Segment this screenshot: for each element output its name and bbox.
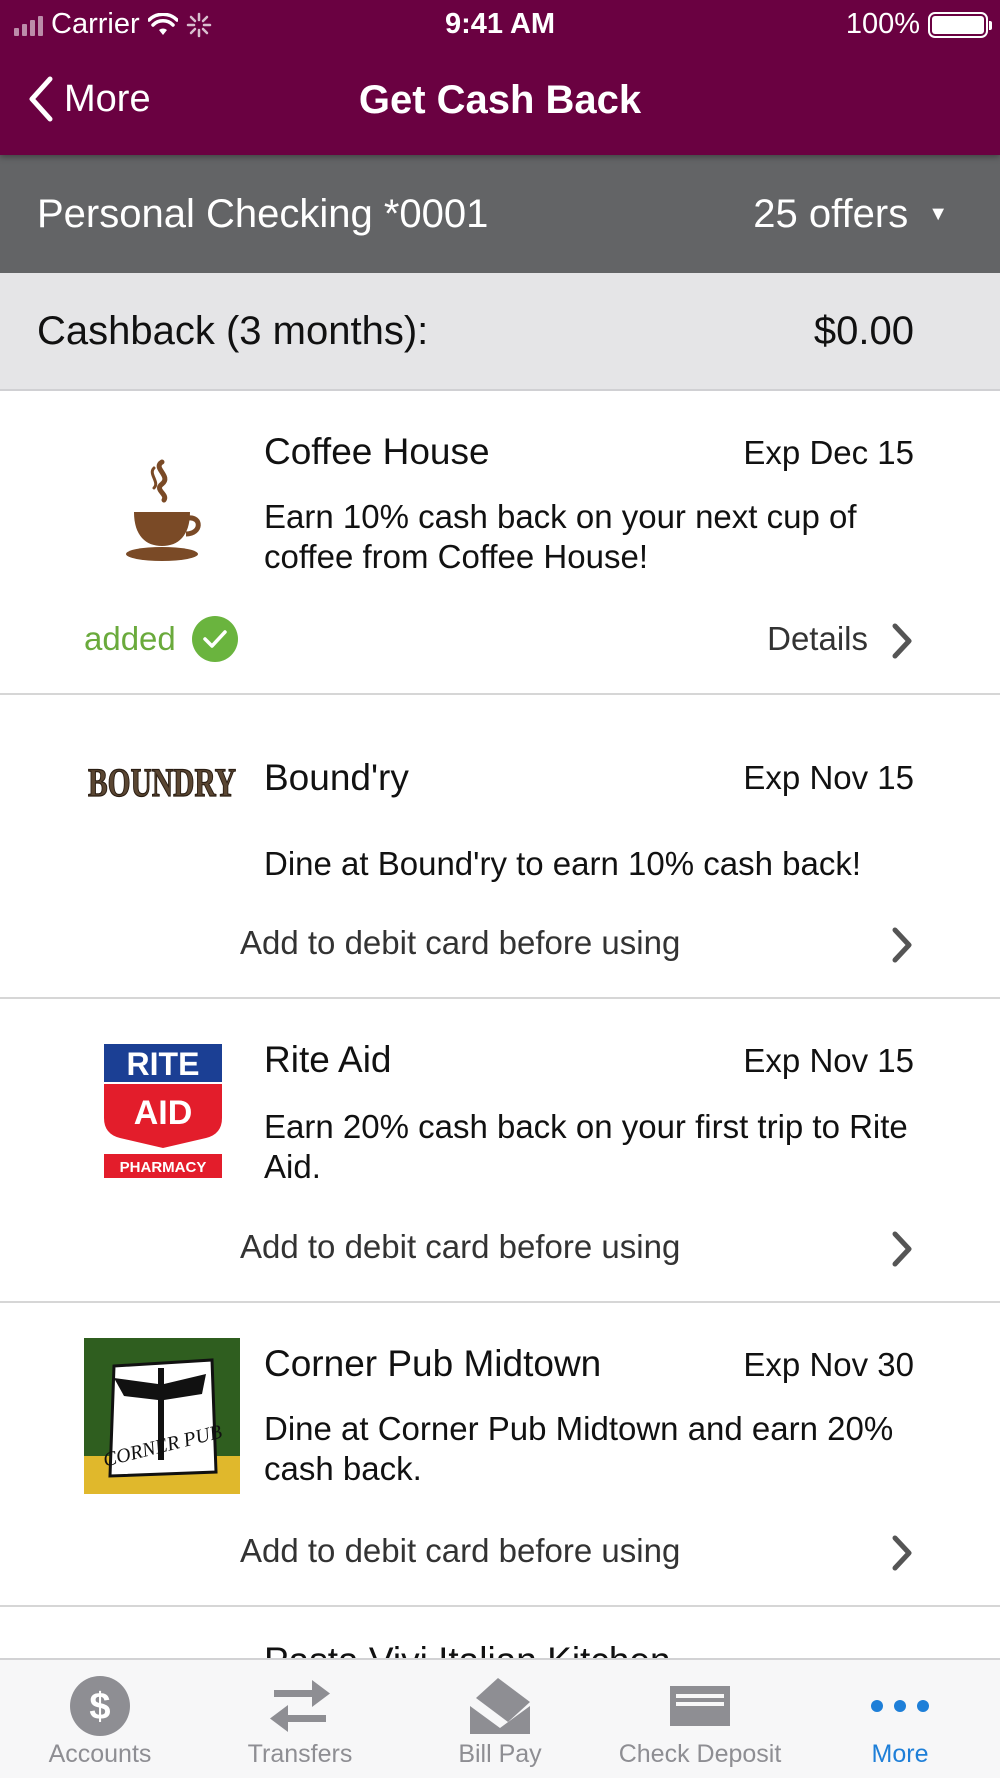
offer-row-corner-pub[interactable]: CORNER PUB Corner Pub Midtown Exp Nov 30… (0, 1303, 1000, 1607)
offer-row-boundry[interactable]: BOUNDRY Bound'ry Exp Nov 15 Dine at Boun… (0, 695, 1000, 999)
offers-count: 25 offers (753, 192, 909, 236)
chevron-right-icon (892, 927, 912, 963)
merchant-name: Coffee House (264, 431, 490, 472)
coffee-cup-icon (84, 436, 240, 592)
add-to-card-action[interactable]: Add to debit card before using (240, 924, 680, 962)
chevron-right-icon (892, 1535, 912, 1571)
tab-label: Transfers (247, 1740, 353, 1768)
battery-icon (928, 11, 992, 38)
tab-bar: $ Accounts Transfers Bill Pay Check Depo… (0, 1658, 1000, 1778)
svg-text:AID: AID (134, 1094, 193, 1132)
ellipsis-icon (865, 1674, 935, 1738)
offers-dropdown[interactable]: 25 offers ▼ (753, 192, 948, 237)
dollar-circle-icon: $ (65, 1674, 135, 1738)
svg-text:RITE: RITE (127, 1046, 200, 1082)
account-name: Personal Checking *0001 (37, 192, 489, 236)
top-bar: Carrier 9:41 AM 100% More Get Cash Back (0, 0, 1000, 155)
offer-expiry: Exp Nov 15 (743, 1042, 914, 1079)
checkmark-icon (191, 616, 238, 662)
envelope-icon (465, 1674, 535, 1738)
offer-description: Earn 10% cash back on your next cup of c… (264, 498, 857, 575)
added-status: added (84, 616, 238, 662)
cashback-label: Cashback (3 months): (37, 309, 429, 353)
tab-label: Check Deposit (618, 1740, 782, 1768)
offer-description: Dine at Corner Pub Midtown and earn 20% … (264, 1410, 894, 1487)
offer-description: Earn 20% cash back on your first trip to… (264, 1108, 908, 1185)
offer-row-rite-aid[interactable]: RITE AID PHARMACY Rite Aid Exp Nov 15 Ea… (0, 999, 1000, 1303)
page-title: Get Cash Back (358, 78, 642, 122)
add-to-card-action[interactable]: Add to debit card before using (240, 1532, 680, 1570)
battery-percent: 100% (845, 8, 920, 40)
merchant-name: Rite Aid (264, 1039, 392, 1080)
battery-group: 100% (845, 8, 992, 41)
account-selector[interactable]: Personal Checking *0001 25 offers ▼ (0, 155, 1000, 273)
tab-accounts[interactable]: $ Accounts (0, 1660, 200, 1778)
tab-transfers[interactable]: Transfers (200, 1660, 400, 1778)
offer-expiry: Exp Nov 15 (743, 759, 914, 796)
status-bar: Carrier 9:41 AM 100% (0, 0, 1000, 50)
chevron-right-icon (892, 623, 912, 659)
tab-bill-pay[interactable]: Bill Pay (400, 1660, 600, 1778)
merchant-name: Bound'ry (264, 757, 409, 798)
caret-down-icon: ▼ (928, 203, 948, 225)
rite-aid-logo: RITE AID PHARMACY (104, 1044, 222, 1178)
offer-expiry: Exp Dec 15 (743, 434, 914, 471)
svg-text:PHARMACY: PHARMACY (120, 1159, 207, 1176)
added-label: added (84, 620, 176, 657)
tab-more[interactable]: More (800, 1660, 1000, 1778)
chevron-right-icon (892, 1231, 912, 1267)
offer-row-coffee-house[interactable]: Coffee House Exp Dec 15 Earn 10% cash ba… (0, 391, 1000, 695)
tab-label: Accounts (48, 1740, 152, 1768)
check-icon (665, 1674, 735, 1738)
cashback-amount: $0.00 (813, 309, 914, 353)
svg-text:$: $ (89, 1686, 110, 1728)
details-link[interactable]: Details (767, 620, 868, 658)
tab-check-deposit[interactable]: Check Deposit (600, 1660, 800, 1778)
tab-label: More (871, 1740, 929, 1768)
tab-label: Bill Pay (458, 1740, 542, 1768)
corner-pub-logo: CORNER PUB (84, 1338, 240, 1494)
navigation-bar: More Get Cash Back (0, 52, 1000, 152)
offer-description: Dine at Bound'ry to earn 10% cash back! (264, 845, 861, 882)
transfer-arrows-icon (265, 1674, 335, 1738)
add-to-card-action[interactable]: Add to debit card before using (240, 1228, 680, 1266)
cashback-summary: Cashback (3 months): $0.00 (0, 273, 1000, 391)
boundry-logo: BOUNDRY (84, 705, 240, 861)
svg-text:BOUNDRY: BOUNDRY (88, 760, 236, 805)
offer-expiry: Exp Nov 30 (743, 1346, 914, 1383)
merchant-name: Corner Pub Midtown (264, 1343, 602, 1384)
